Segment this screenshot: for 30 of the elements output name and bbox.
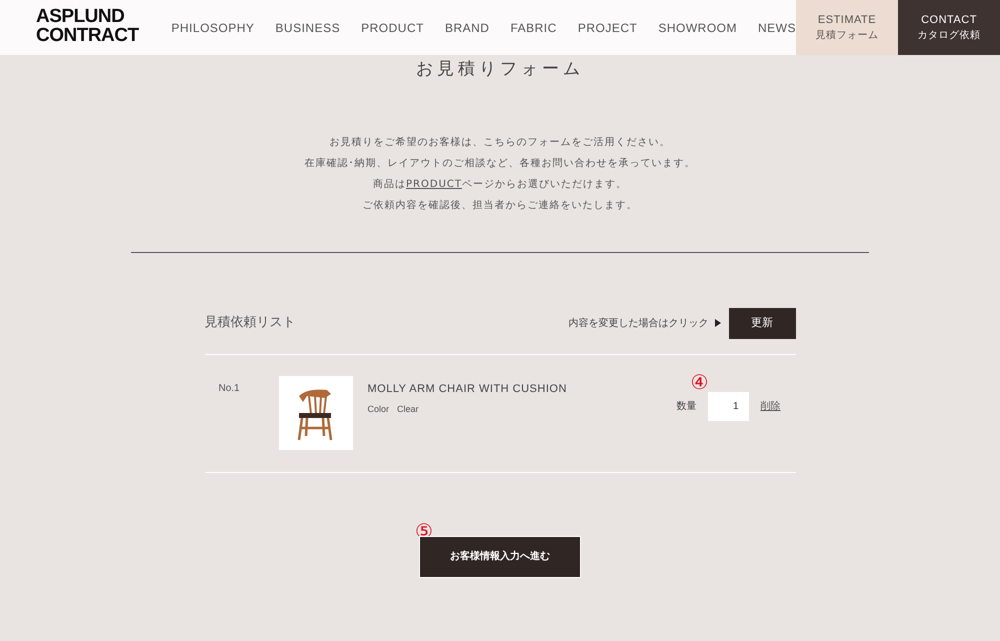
list-heading: 見積依頼リスト [204,314,296,332]
triangle-icon [714,319,720,327]
nav-link[interactable]: PRODUCT [361,18,424,36]
annotation-number: ④ [690,372,708,392]
intro-text: 商品は PRODUCTページからお選びいただけます。 [373,178,627,192]
product-name: MOLLY ARM CHAIR WITH CUSHION [368,382,567,396]
color-label: Color [368,403,390,416]
update-button[interactable]: 更新 [728,308,796,338]
contact-link[interactable]: CONTACT カタログ依頼 [898,0,1000,55]
nav-link[interactable]: PROJECT [578,18,638,36]
item-number: No.1 [218,382,241,396]
nav-link[interactable]: NEWS [758,18,796,36]
quantity-field[interactable]: 1 [708,392,748,420]
intro-text: お見積りをご希望のお客様は、こちらのフォームをご活用ください。 [330,136,670,150]
estimate-link[interactable]: ESTIMATE 見積フォーム [796,0,898,55]
nav-link[interactable]: BUSINESS [275,18,340,36]
logo[interactable]: ASPLUND CONTRACT [36,7,154,55]
color-value: Clear [397,403,419,416]
quantity-label: 数量 [676,400,696,414]
delete-link[interactable]: 削除 [760,398,780,414]
nav-link[interactable]: PHILOSOPHY [171,18,254,36]
update-hint: 内容を変更した場合はクリック [568,316,708,330]
nav-link[interactable]: SHOWROOM [658,18,737,36]
page-title: お見積りフォーム [416,58,584,81]
next-step-button[interactable]: お客様情報入力へ進む [419,536,581,578]
nav-link[interactable]: BRAND [444,18,490,36]
intro-text: 在庫確認･納期、レイアウトのご相談など、各種お問い合わせを承っています。 [304,156,696,170]
product-link[interactable]: PRODUCT [406,178,462,190]
nav-link[interactable]: FABRIC [510,18,557,36]
intro-text: ご依頼内容を確認後、担当者からご連絡をいたします。 [362,198,638,212]
